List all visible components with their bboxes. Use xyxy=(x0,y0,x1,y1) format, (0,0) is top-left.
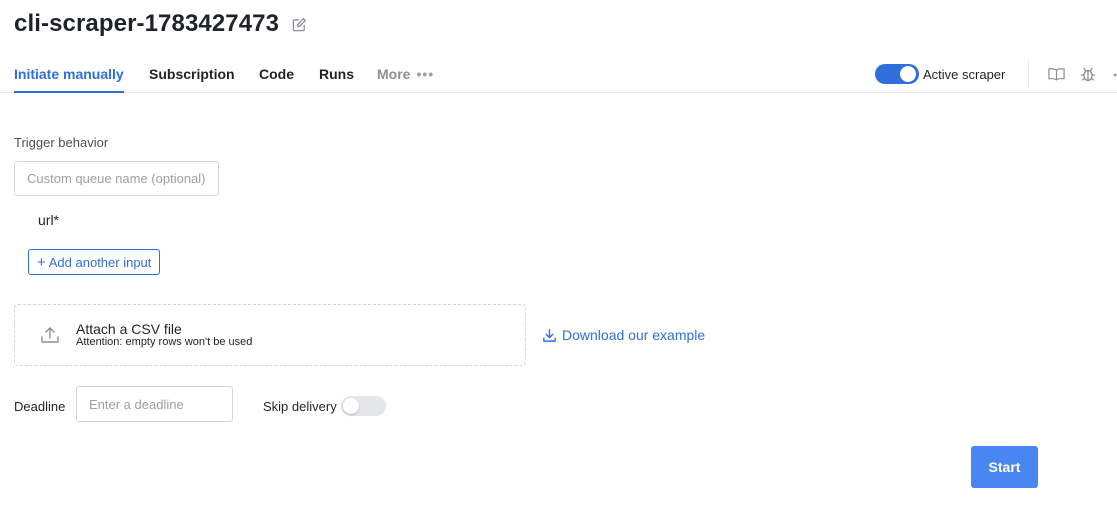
tab-more[interactable]: More ••• xyxy=(377,66,434,82)
deadline-label: Deadline xyxy=(14,399,66,414)
download-example-link[interactable]: Download our example xyxy=(542,327,705,343)
skip-delivery-label: Skip delivery xyxy=(263,399,337,414)
toggle-knob xyxy=(900,66,916,82)
ellipsis-icon: ••• xyxy=(416,66,435,82)
active-scraper-toggle[interactable] xyxy=(875,64,919,84)
plus-icon: + xyxy=(37,253,46,271)
download-label: Download our example xyxy=(562,327,706,343)
csv-subtitle: Attention: empty rows won't be used xyxy=(76,336,253,348)
csv-dropzone[interactable]: Attach a CSV file Attention: empty rows … xyxy=(14,304,526,366)
book-icon[interactable] xyxy=(1047,65,1065,83)
skip-delivery-toggle[interactable] xyxy=(341,396,386,416)
title-row: cli-scraper-1783427473 xyxy=(14,10,307,38)
deadline-input[interactable] xyxy=(76,386,233,422)
add-another-input-button[interactable]: + Add another input xyxy=(28,249,161,275)
upload-icon xyxy=(40,325,60,345)
page-title: cli-scraper-1783427473 xyxy=(14,10,280,37)
tab-code[interactable]: Code xyxy=(259,66,294,82)
active-scraper-label: Active scraper xyxy=(923,67,1006,82)
tab-runs[interactable]: Runs xyxy=(319,66,354,82)
bug-icon[interactable] xyxy=(1079,65,1097,83)
url-field-label: url* xyxy=(38,212,60,228)
toolbar-divider xyxy=(1028,61,1029,87)
csv-title: Attach a CSV file xyxy=(76,321,182,337)
start-button[interactable]: Start xyxy=(971,446,1038,488)
tab-more-label: More xyxy=(377,66,411,82)
tab-initiate-manually[interactable]: Initiate manually xyxy=(14,66,124,93)
trigger-behavior-label: Trigger behavior xyxy=(14,135,109,150)
overflow-dot-icon xyxy=(1108,65,1117,83)
edit-icon[interactable] xyxy=(291,16,307,32)
toggle-knob xyxy=(343,398,359,414)
add-input-label: Add another input xyxy=(48,254,152,270)
download-icon xyxy=(543,328,556,342)
custom-queue-input[interactable] xyxy=(14,161,219,196)
tab-subscription[interactable]: Subscription xyxy=(149,66,235,82)
